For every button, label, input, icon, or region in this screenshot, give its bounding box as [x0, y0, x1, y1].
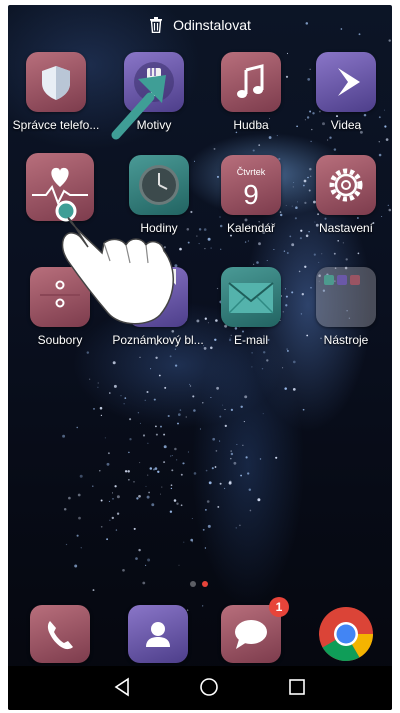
dock-chrome[interactable]	[300, 605, 392, 663]
app-tools-folder[interactable]: Nástroje	[300, 267, 392, 347]
app-music[interactable]: Hudba	[205, 52, 297, 132]
app-label: Hudba	[233, 118, 269, 132]
app-email[interactable]: E-mail	[205, 267, 297, 347]
navigation-bar	[8, 666, 392, 710]
dock-phone[interactable]	[14, 605, 106, 663]
app-label: Soubory	[37, 333, 83, 347]
trash-icon	[149, 17, 163, 33]
app-settings[interactable]: Nastavení	[300, 155, 392, 235]
chrome-icon	[316, 605, 376, 663]
play-icon	[316, 52, 376, 112]
uninstall-label: Odinstalovat	[173, 17, 251, 33]
recents-icon[interactable]	[287, 676, 307, 698]
calendar-day: 9	[243, 179, 259, 210]
app-label: Videa	[330, 118, 362, 132]
music-note-icon	[221, 52, 281, 112]
gear-icon	[316, 155, 376, 215]
drag-arrow-icon	[111, 75, 166, 140]
app-calendar[interactable]: Čtvrtek 9 Kalendář	[205, 155, 297, 235]
app-label: Kalendář	[226, 221, 276, 235]
phone-screen: Odinstalovat Správce telefo... Motivy Hu…	[8, 5, 392, 710]
envelope-icon	[221, 267, 281, 327]
uninstall-drop-target[interactable]: Odinstalovat	[8, 17, 392, 33]
app-videos[interactable]: Videa	[300, 52, 392, 132]
back-icon[interactable]	[112, 676, 132, 698]
phone-manager-icon	[26, 52, 86, 112]
app-label: Správce telefo...	[12, 118, 100, 132]
dock-messages[interactable]: 1	[205, 597, 297, 663]
message-bubble-icon: 1	[221, 597, 289, 663]
page-indicator-dot	[190, 581, 196, 587]
app-phone-manager[interactable]: Správce telefo...	[10, 52, 102, 132]
home-icon[interactable]	[198, 676, 220, 698]
page-indicator-dot-active	[202, 581, 208, 587]
app-label: Nastavení	[318, 221, 374, 235]
folder-icon	[316, 267, 376, 327]
calendar-weekday: Čtvrtek	[236, 167, 266, 177]
app-label: E-mail	[233, 333, 268, 347]
phone-icon	[30, 605, 90, 663]
app-label: Poznámkový bl...	[112, 333, 204, 347]
unread-badge: 1	[269, 597, 289, 617]
dock-contacts[interactable]	[112, 605, 204, 663]
app-label: Nástroje	[323, 333, 369, 347]
calendar-icon: Čtvrtek 9	[221, 155, 281, 215]
contacts-icon	[128, 605, 188, 663]
touch-hand-icon	[55, 200, 174, 325]
